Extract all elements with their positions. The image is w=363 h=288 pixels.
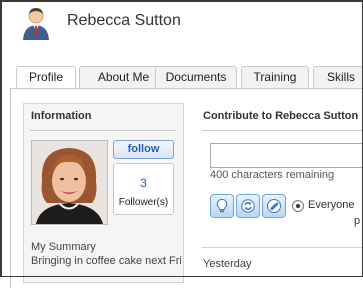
information-title: Information — [31, 110, 92, 122]
summary-text: Bringing in coffee cake next Friday ... … — [31, 255, 181, 267]
audience-option-label: p — [354, 215, 361, 227]
divider — [30, 130, 176, 131]
divider — [202, 130, 363, 131]
follow-button[interactable]: follow — [113, 140, 174, 159]
refresh-button[interactable] — [236, 194, 260, 218]
everyone-radio[interactable] — [292, 200, 304, 212]
tab-profile[interactable]: Profile — [16, 66, 76, 89]
divider — [202, 247, 363, 248]
idea-button[interactable] — [210, 194, 234, 218]
characters-remaining: 400 characters remaining — [210, 169, 335, 181]
followers-box[interactable]: 3 Follower(s) — [113, 163, 174, 215]
followers-count: 3 — [140, 176, 147, 190]
tab-training[interactable]: Training — [241, 66, 309, 88]
tab-documents[interactable]: Documents — [155, 66, 237, 88]
summary-title: My Summary — [31, 241, 96, 253]
tab-skills[interactable]: Skills — [313, 66, 363, 88]
user-avatar-icon — [20, 6, 52, 40]
profile-name: Rebecca Sutton — [67, 12, 181, 29]
contribution-input[interactable] — [210, 143, 363, 168]
everyone-radio-label: Everyone — [308, 199, 355, 211]
profile-photo — [31, 140, 108, 225]
feed-group-yesterday: Yesterday — [203, 258, 252, 270]
followers-label: Follower(s) — [118, 197, 169, 208]
attach-link-button[interactable] — [262, 194, 286, 218]
contribute-title: Contribute to Rebecca Sutton — [203, 110, 359, 122]
